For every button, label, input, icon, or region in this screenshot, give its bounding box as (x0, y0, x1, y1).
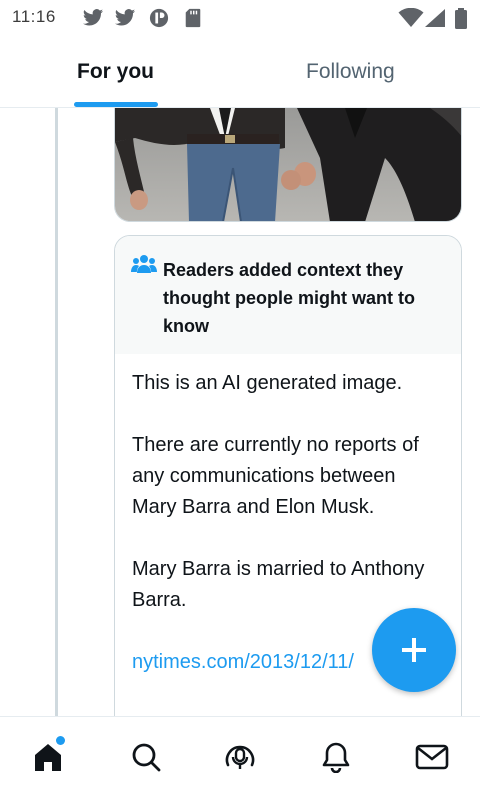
app-icon (149, 8, 169, 28)
compose-button[interactable] (372, 608, 456, 692)
spaces-icon (225, 745, 255, 769)
community-note-title: Readers added context they thought peopl… (163, 260, 415, 336)
tab-for-you[interactable]: For you (77, 36, 154, 108)
people-icon (131, 255, 157, 273)
note-paragraph: There are currently no reports of any co… (132, 434, 419, 518)
home-icon (35, 744, 61, 771)
timeline-tabs: For you Following (0, 36, 480, 108)
nav-search[interactable] (126, 737, 166, 777)
tab-selected-indicator (74, 102, 158, 107)
nav-messages[interactable] (412, 737, 452, 777)
bell-icon (322, 742, 350, 773)
search-icon (132, 743, 161, 772)
twitter-icon (82, 9, 104, 26)
sd-card-icon (185, 8, 201, 28)
note-paragraph: Mary Barra is married to Anthony Barra. (132, 558, 425, 611)
wifi-icon (398, 8, 424, 27)
thread-line (55, 108, 58, 716)
note-paragraph: This is an AI generated image. (132, 372, 403, 394)
tab-following[interactable]: Following (306, 36, 395, 108)
status-bar: 11:16 (0, 0, 480, 36)
twitter-icon (114, 9, 136, 26)
home-notification-dot (56, 736, 65, 745)
bottom-navigation (0, 716, 480, 800)
compose-plus-icon (402, 638, 426, 662)
battery-icon (455, 8, 467, 29)
ai-generated-image (115, 108, 461, 221)
status-time: 11:16 (12, 7, 56, 26)
tweet-image[interactable] (114, 108, 462, 222)
mail-icon (415, 744, 449, 770)
signal-icon (425, 9, 445, 27)
nav-spaces[interactable] (220, 737, 260, 777)
community-note-header: Readers added context they thought peopl… (115, 236, 461, 354)
nav-notifications[interactable] (316, 737, 356, 777)
